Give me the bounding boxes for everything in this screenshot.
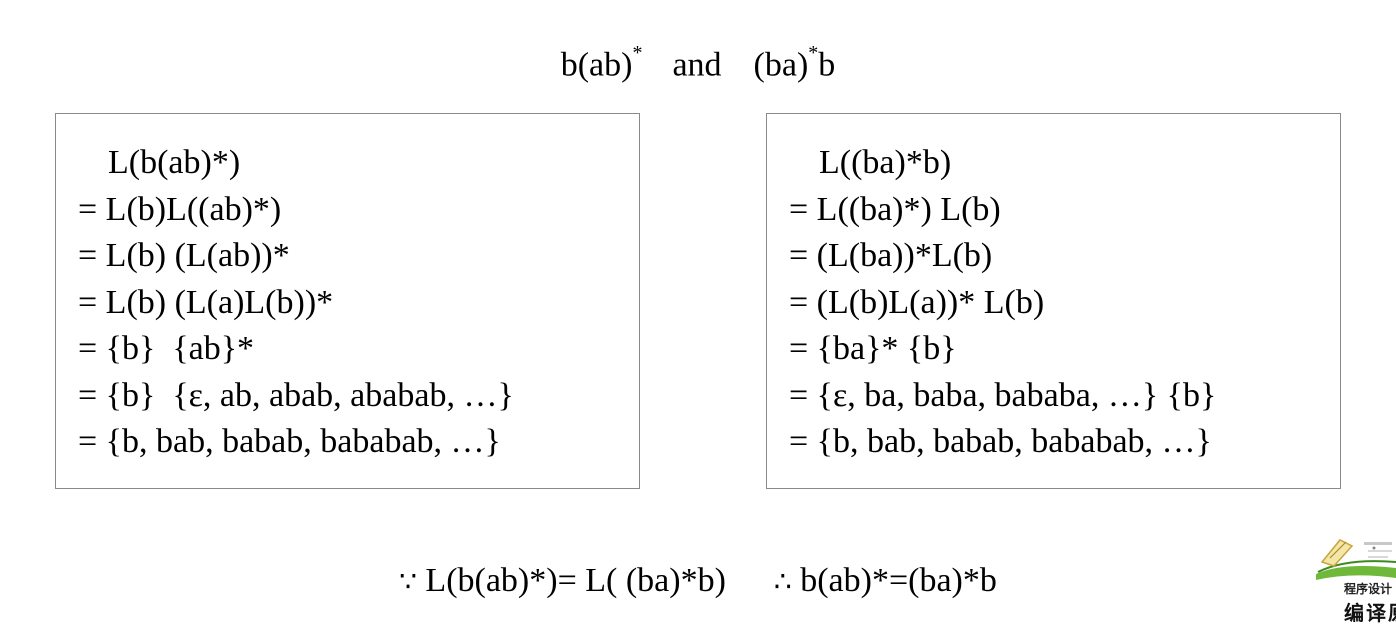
derivation-line: = L(b) (L(a)L(b))* [78, 283, 334, 321]
right-derivation-box: L((ba)*b) = L((ba)*) L(b) = (L(ba))*L(b)… [766, 113, 1341, 489]
page-title: b(ab)* and (ba)*b [0, 34, 1396, 88]
therefore-text: b(ab)*=(ba)*b [800, 562, 997, 599]
derivation-line: = L((ba)*) L(b) [789, 190, 1001, 228]
derivation-line: = (L(ba))*L(b) [789, 237, 993, 274]
derivation-line: = {b} {ε, ab, abab, ababab, …} [78, 376, 514, 414]
because-text: L(b(ab)*)= L( (ba)*b) [425, 562, 726, 599]
derivation-line: = {b, bab, babab, bababab, …} [789, 423, 1212, 460]
title-right-suffix: b [818, 46, 836, 84]
title-right-expr: (ba) [753, 46, 809, 84]
derivation-line: = (L(b)L(a))* L(b) [789, 283, 1045, 321]
title-connector: and [672, 46, 722, 84]
derivation-line: L((ba)*b) [819, 144, 952, 181]
derivation-line: = {ε, ba, baba, bababa, …} {b} [789, 376, 1217, 414]
derivation-line: = L(b) (L(ab))* [78, 237, 290, 274]
conclusion-line: ∵ L(b(ab)*)= L( (ba)*b) ∴ b(ab)*=(ba)*b [0, 558, 1396, 605]
derivation-line: = L(b)L((ab)*) [78, 190, 282, 228]
course-logo: 程序设计 编译原 [1312, 532, 1396, 625]
logo-text-line2: 编译原 [1344, 601, 1396, 625]
derivation-line: = {b} {ab}* [78, 330, 255, 367]
logo-text-line1: 程序设计 [1344, 582, 1393, 596]
title-left-sup: * [632, 42, 643, 64]
because-symbol: ∵ [399, 565, 417, 598]
title-left-expr: b(ab) [560, 46, 633, 84]
derivation-line: = {b, bab, babab, bababab, …} [78, 423, 501, 460]
title-right-sup: * [808, 42, 819, 64]
therefore-symbol: ∴ [773, 565, 792, 598]
derivation-line: = {ba}* {b} [789, 330, 957, 367]
left-derivation-box: L(b(ab)*) = L(b)L((ab)*) = L(b) (L(ab))*… [55, 113, 640, 489]
derivation-line: L(b(ab)*) [108, 144, 241, 181]
